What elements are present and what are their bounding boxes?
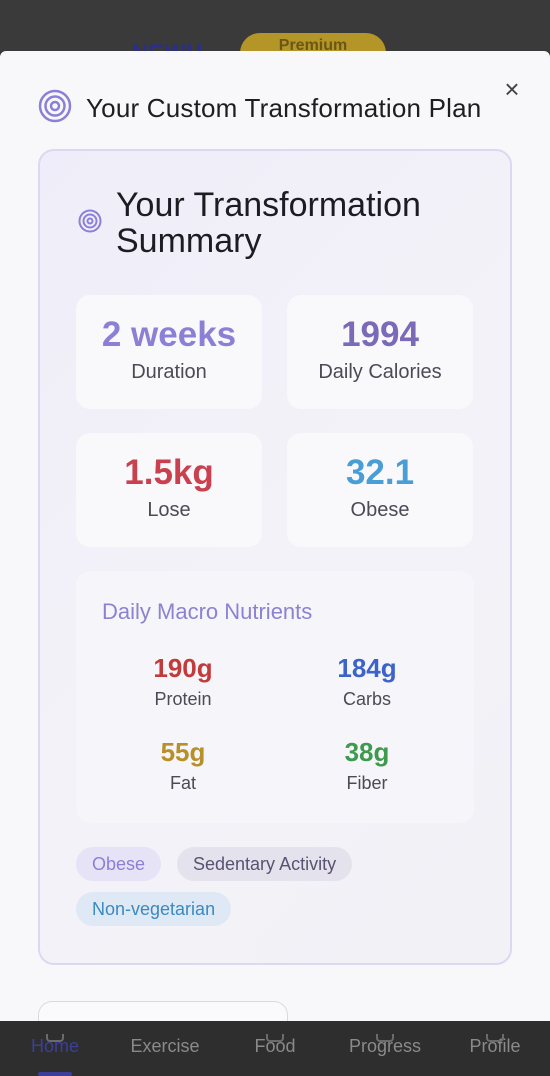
- stat-daily-calories: 1994 Daily Calories: [287, 295, 473, 409]
- macro-value: 38g: [344, 737, 390, 767]
- stat-weight-loss: 1.5kg Lose: [76, 433, 262, 547]
- stat-label: Lose: [147, 499, 191, 521]
- tag-bmi-category: Obese: [76, 847, 162, 881]
- macro-fat: 55g Fat: [103, 737, 263, 794]
- target-icon: [38, 89, 72, 128]
- profile-icon: [486, 1034, 504, 1042]
- summary-card: Your Transformation Summary 2 weeks Dura…: [38, 149, 512, 965]
- macro-value: 184g: [337, 653, 397, 683]
- target-icon: [78, 209, 102, 238]
- stat-value: 2 weeks: [101, 315, 237, 354]
- macro-protein: 190g Protein: [103, 653, 263, 710]
- modal-title: Your Custom Transformation Plan: [86, 93, 482, 123]
- stat-value: 1994: [341, 315, 419, 354]
- macro-nutrients-panel: Daily Macro Nutrients 190g Protein 184g …: [76, 571, 474, 823]
- tag-diet-type: Non-vegetarian: [76, 892, 232, 926]
- summary-title: Your Transformation Summary: [116, 186, 421, 260]
- stat-value: 32.1: [345, 453, 415, 492]
- macro-fiber: 38g Fiber: [287, 737, 447, 794]
- tag-activity-level: Sedentary Activity: [177, 847, 353, 881]
- nav-active-indicator: [38, 1072, 72, 1076]
- nav-progress[interactable]: Progress: [345, 1034, 425, 1057]
- progress-icon: [376, 1034, 394, 1042]
- modal-header: Your Custom Transformation Plan: [38, 89, 481, 128]
- macro-value: 55g: [160, 737, 206, 767]
- stat-label: Duration: [131, 361, 207, 383]
- close-icon[interactable]: ×: [498, 76, 526, 104]
- macro-label: Fiber: [346, 773, 388, 793]
- macro-title: Daily Macro Nutrients: [102, 599, 313, 624]
- macro-label: Protein: [154, 689, 212, 709]
- stat-duration: 2 weeks Duration: [76, 295, 262, 409]
- food-icon: [266, 1034, 284, 1042]
- home-icon: [46, 1034, 64, 1042]
- next-section-card: [38, 1001, 288, 1021]
- transformation-plan-modal: × Your Custom Transformation Plan Your T…: [0, 51, 550, 1021]
- bottom-nav: Home Exercise Food Progress Profile: [0, 1020, 550, 1076]
- macro-label: Fat: [169, 773, 196, 793]
- macro-value: 190g: [153, 653, 213, 683]
- nav-profile[interactable]: Profile: [466, 1034, 524, 1057]
- macro-label: Carbs: [342, 689, 391, 709]
- nav-food[interactable]: Food: [250, 1034, 300, 1057]
- macro-carbs: 184g Carbs: [287, 653, 447, 710]
- stat-label: Obese: [350, 499, 410, 521]
- stat-value: 1.5kg: [124, 453, 214, 492]
- summary-header: Your Transformation Summary: [78, 187, 456, 259]
- nav-exercise-label: Exercise: [130, 1036, 200, 1056]
- nav-exercise[interactable]: Exercise: [126, 1036, 204, 1057]
- stat-bmi: 32.1 Obese: [287, 433, 473, 547]
- stat-label: Daily Calories: [318, 361, 442, 383]
- app-header: NEWU Premium: [0, 0, 550, 73]
- nav-home[interactable]: Home: [28, 1034, 82, 1057]
